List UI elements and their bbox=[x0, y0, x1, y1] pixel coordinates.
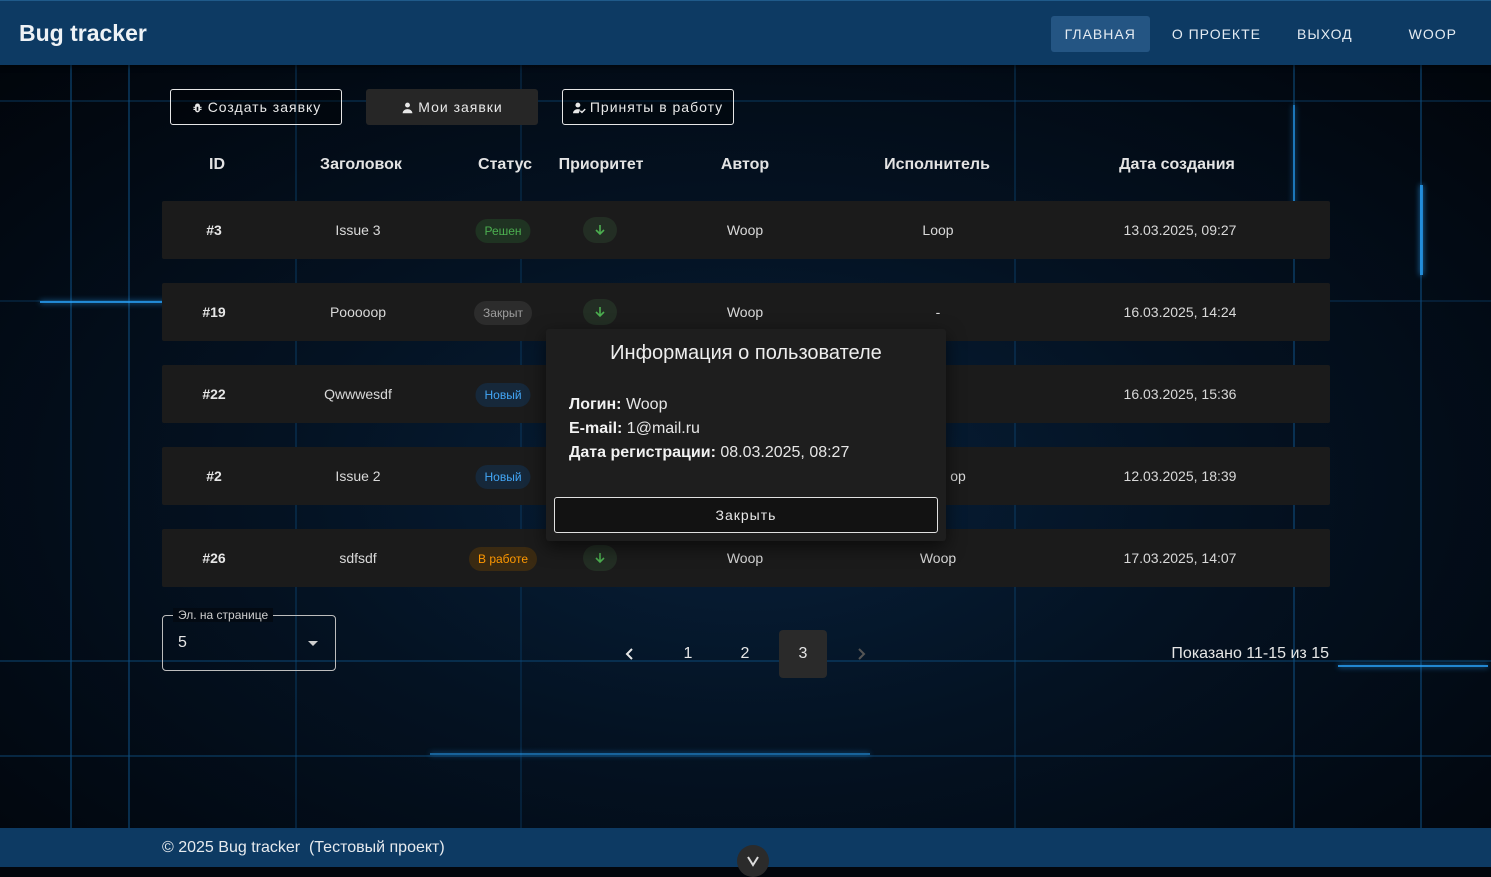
row-status-cell: Новый bbox=[475, 383, 531, 407]
row-status-cell: Новый bbox=[475, 465, 531, 489]
row-title: Pooooop bbox=[329, 304, 387, 320]
col-author[interactable]: Автор bbox=[721, 156, 769, 174]
row-priority-cell bbox=[583, 545, 617, 571]
row-priority-cell bbox=[583, 299, 617, 325]
dropdown-caret-icon bbox=[308, 641, 318, 646]
status-badge: Новый bbox=[475, 465, 531, 489]
next-page-button[interactable] bbox=[837, 630, 885, 678]
table-row[interactable]: #3 Issue 3 Решен Woop Loop 13.03.2025, 0… bbox=[162, 201, 1330, 259]
arrow-down-icon bbox=[595, 225, 605, 236]
row-assignee[interactable]: Woop bbox=[920, 550, 956, 566]
priority-badge bbox=[583, 217, 617, 243]
arrow-down-icon bbox=[595, 553, 605, 564]
nav-logout[interactable]: ВЫХОД bbox=[1283, 16, 1367, 52]
page-1-button[interactable]: 1 bbox=[664, 630, 712, 678]
accepted-issues-label: Приняты в работу bbox=[589, 99, 724, 115]
row-created: 17.03.2025, 14:07 bbox=[1123, 550, 1237, 566]
status-badge: В работе bbox=[468, 547, 538, 571]
row-author[interactable]: Woop bbox=[727, 550, 763, 566]
pagination-summary: Показано 11-15 из 15 bbox=[1171, 645, 1329, 662]
status-badge: Новый bbox=[475, 383, 531, 407]
row-status-cell: Закрыт bbox=[474, 301, 532, 325]
nav-user[interactable]: WOOP bbox=[1395, 16, 1471, 52]
copyright-text: © 2025 Bug tracker (Тестовый проект) bbox=[162, 839, 445, 856]
chevron-right-icon bbox=[858, 648, 866, 660]
row-assignee[interactable]: Loop bbox=[922, 222, 953, 238]
page-3-button[interactable]: 3 bbox=[779, 630, 827, 678]
priority-badge bbox=[583, 299, 617, 325]
status-badge: Закрыт bbox=[474, 301, 532, 325]
per-page-value: 5 bbox=[178, 634, 187, 651]
chevron-down-icon bbox=[747, 856, 759, 867]
registration-label: Дата регистрации: bbox=[569, 444, 716, 461]
row-status-cell: Решен bbox=[475, 219, 531, 243]
registration-value: 08.03.2025, 08:27 bbox=[720, 444, 850, 461]
row-assignee[interactable]: - bbox=[936, 304, 941, 320]
login-value: Woop bbox=[625, 396, 668, 413]
login-label: Логин: bbox=[569, 396, 622, 413]
email-value: 1@mail.ru bbox=[626, 420, 700, 437]
row-title: Qwwwesdf bbox=[324, 386, 392, 402]
status-badge: Решен bbox=[475, 219, 531, 243]
accepted-issues-button[interactable]: Приняты в работу bbox=[562, 89, 734, 125]
priority-badge bbox=[583, 545, 617, 571]
row-id: #26 bbox=[202, 550, 226, 566]
row-created: 13.03.2025, 09:27 bbox=[1123, 222, 1237, 238]
dialog-title: Информация о пользователе bbox=[610, 342, 882, 364]
chevron-left-icon bbox=[625, 648, 633, 660]
col-title[interactable]: Заголовок bbox=[320, 156, 402, 174]
top-nav: ГЛАВНАЯ О ПРОЕКТЕ ВЫХОД WOOP bbox=[1043, 16, 1471, 52]
brand-title[interactable]: Bug tracker bbox=[19, 20, 147, 47]
row-created: 12.03.2025, 18:39 bbox=[1123, 468, 1237, 484]
email-line: E-mail: 1@mail.ru bbox=[569, 420, 700, 438]
user-info-dialog: Информация о пользователе Логин: Woop E-… bbox=[546, 329, 946, 541]
arrow-down-icon bbox=[595, 307, 605, 318]
close-button[interactable]: Закрыть bbox=[554, 497, 938, 533]
row-assignee[interactable]: op bbox=[950, 468, 966, 484]
my-issues-button[interactable]: Мои заявки bbox=[366, 89, 538, 125]
col-assignee[interactable]: Исполнитель bbox=[884, 156, 990, 174]
page-2-button[interactable]: 2 bbox=[721, 630, 769, 678]
row-id: #3 bbox=[206, 222, 222, 238]
row-title: Issue 3 bbox=[335, 222, 381, 238]
create-issue-button[interactable]: Создать заявку bbox=[170, 89, 342, 125]
col-status[interactable]: Статус bbox=[478, 156, 532, 174]
app-footer: © 2025 Bug tracker (Тестовый проект) bbox=[0, 828, 1491, 877]
create-issue-label: Создать заявку bbox=[207, 99, 322, 115]
person-check-icon bbox=[572, 102, 586, 113]
registration-line: Дата регистрации: 08.03.2025, 08:27 bbox=[569, 444, 849, 462]
email-label: E-mail: bbox=[569, 420, 623, 437]
nav-home[interactable]: ГЛАВНАЯ bbox=[1050, 16, 1150, 52]
col-priority[interactable]: Приоритет bbox=[559, 156, 644, 174]
row-priority-cell bbox=[583, 217, 617, 243]
row-title: sdfsdf bbox=[339, 550, 377, 566]
bug-icon bbox=[193, 102, 202, 112]
col-id[interactable]: ID bbox=[209, 156, 225, 174]
prev-page-button[interactable] bbox=[606, 630, 654, 678]
per-page-select[interactable]: Эл. на странице 5 bbox=[162, 608, 336, 671]
row-author[interactable]: Woop bbox=[727, 222, 763, 238]
scroll-toggle-button[interactable] bbox=[737, 845, 769, 877]
row-created: 16.03.2025, 15:36 bbox=[1123, 386, 1237, 402]
row-created: 16.03.2025, 14:24 bbox=[1123, 304, 1237, 320]
nav-about[interactable]: О ПРОЕКТЕ bbox=[1158, 16, 1275, 52]
app-header: Bug tracker ГЛАВНАЯ О ПРОЕКТЕ ВЫХОД WOOP bbox=[0, 0, 1491, 65]
person-icon bbox=[402, 102, 413, 113]
per-page-label: Эл. на странице bbox=[173, 608, 274, 622]
row-id: #22 bbox=[202, 386, 226, 402]
row-title: Issue 2 bbox=[335, 468, 381, 484]
col-created[interactable]: Дата создания bbox=[1119, 156, 1235, 174]
login-line: Логин: Woop bbox=[569, 396, 667, 414]
my-issues-label: Мои заявки bbox=[418, 99, 503, 115]
row-author[interactable]: Woop bbox=[727, 304, 763, 320]
row-id: #19 bbox=[202, 304, 226, 320]
row-status-cell: В работе bbox=[468, 547, 538, 571]
row-id: #2 bbox=[206, 468, 222, 484]
